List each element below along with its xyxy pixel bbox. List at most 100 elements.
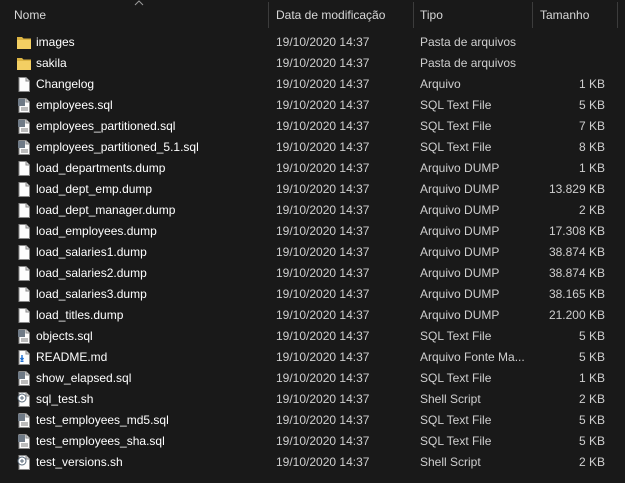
file-date-modified: 19/10/2020 14:37 (276, 350, 370, 364)
file-name: load_salaries2.dump (36, 266, 147, 280)
file-name: Changelog (36, 77, 95, 91)
file-row[interactable]: Changelog 19/10/2020 14:37 Arquivo 1 KB (0, 74, 625, 95)
file-type: SQL Text File (420, 119, 492, 133)
file-row[interactable]: sql_test.sh 19/10/2020 14:37 Shell Script 2… (0, 389, 625, 410)
file-row[interactable]: images 19/10/2020 14:37 Pasta de arquivos (0, 32, 625, 53)
column-divider[interactable] (413, 2, 414, 28)
file-date-modified: 19/10/2020 14:37 (276, 161, 370, 175)
file-icon (18, 77, 30, 92)
file-row[interactable]: employees.sql 19/10/2020 14:37 SQL Text Fi… (0, 95, 625, 116)
file-row[interactable]: load_salaries1.dump 19/10/2020 14:37 Arqui… (0, 242, 625, 263)
file-type: SQL Text File (420, 140, 492, 154)
file-name: sql_test.sh (36, 392, 94, 406)
file-row[interactable]: load_dept_manager.dump 19/10/2020 14:37 Ar… (0, 200, 625, 221)
file-size: 1 KB (578, 371, 605, 385)
file-date-modified: 19/10/2020 14:37 (276, 413, 370, 427)
file-date-modified: 19/10/2020 14:37 (276, 77, 370, 91)
shell-script-icon (17, 392, 30, 407)
column-date-header[interactable]: Data de modificação (276, 0, 385, 28)
file-date-modified: 19/10/2020 14:37 (276, 434, 370, 448)
file-date-modified: 19/10/2020 14:37 (276, 140, 370, 154)
sql-file-icon (18, 140, 30, 155)
file-icon (18, 287, 30, 302)
file-name: load_employees.dump (36, 224, 157, 238)
file-row[interactable]: load_employees.dump 19/10/2020 14:37 Arqui… (0, 221, 625, 242)
file-icon (18, 161, 30, 176)
file-size: 5 KB (578, 413, 605, 427)
file-row[interactable]: load_departments.dump 19/10/2020 14:37 Arq… (0, 158, 625, 179)
file-date-modified: 19/10/2020 14:37 (276, 371, 370, 385)
column-divider[interactable] (617, 2, 618, 28)
file-size: 1 KB (578, 161, 605, 175)
file-name: test_employees_sha.sql (36, 434, 165, 448)
file-icon (18, 245, 30, 260)
markdown-file-icon (18, 350, 30, 365)
file-row[interactable]: employees_partitioned.sql 19/10/2020 14:3… (0, 116, 625, 137)
file-type: Shell Script (420, 455, 481, 469)
file-date-modified: 19/10/2020 14:37 (276, 182, 370, 196)
sql-file-icon (18, 98, 30, 113)
file-date-modified: 19/10/2020 14:37 (276, 392, 370, 406)
file-date-modified: 19/10/2020 14:37 (276, 266, 370, 280)
file-name: load_salaries3.dump (36, 287, 147, 301)
file-name: employees_partitioned_5.1.sql (36, 140, 199, 154)
file-icon (18, 182, 30, 197)
file-date-modified: 19/10/2020 14:37 (276, 245, 370, 259)
file-name: test_versions.sh (36, 455, 123, 469)
file-name: README.md (36, 350, 108, 364)
sort-ascending-icon[interactable] (132, 0, 146, 8)
file-type: SQL Text File (420, 371, 492, 385)
file-type: Arquivo DUMP (420, 182, 500, 196)
column-size-header[interactable]: Tamanho (540, 0, 589, 28)
file-size: 7 KB (578, 119, 605, 133)
sql-file-icon (18, 119, 30, 134)
sql-file-icon (18, 371, 30, 386)
file-name: load_dept_emp.dump (36, 182, 153, 196)
file-size: 2 KB (578, 203, 605, 217)
file-row[interactable]: test_employees_md5.sql 19/10/2020 14:37 SQ… (0, 410, 625, 431)
column-divider[interactable] (532, 2, 533, 28)
file-size: 21.200 KB (548, 308, 605, 322)
file-row[interactable]: test_employees_sha.sql 19/10/2020 14:37 SQ… (0, 431, 625, 452)
file-date-modified: 19/10/2020 14:37 (276, 56, 370, 70)
file-size: 5 KB (578, 434, 605, 448)
file-type: Arquivo DUMP (420, 161, 500, 175)
file-row[interactable]: README.md 19/10/2020 14:37 Arquivo Fonte M… (0, 347, 625, 368)
file-size: 5 KB (578, 98, 605, 112)
file-size: 5 KB (578, 350, 605, 364)
column-divider[interactable] (268, 2, 269, 28)
file-date-modified: 19/10/2020 14:37 (276, 98, 370, 112)
file-name: show_elapsed.sql (36, 371, 132, 385)
file-name: load_dept_manager.dump (36, 203, 176, 217)
file-row[interactable]: load_titles.dump 19/10/2020 14:37 Arquivo … (0, 305, 625, 326)
file-row[interactable]: objects.sql 19/10/2020 14:37 SQL Text File… (0, 326, 625, 347)
file-size: 13.829 KB (548, 182, 605, 196)
column-name-header[interactable]: Nome (14, 0, 46, 28)
file-name: employees_partitioned.sql (36, 119, 176, 133)
file-size: 2 KB (578, 392, 605, 406)
sql-file-icon (18, 413, 30, 428)
file-date-modified: 19/10/2020 14:37 (276, 119, 370, 133)
file-date-modified: 19/10/2020 14:37 (276, 308, 370, 322)
file-icon (18, 224, 30, 239)
file-type: Shell Script (420, 392, 481, 406)
file-name: load_titles.dump (36, 308, 124, 322)
file-row[interactable]: show_elapsed.sql 19/10/2020 14:37 SQL Text… (0, 368, 625, 389)
file-explorer: Nome Data de modificação Tipo Tamanho im… (0, 0, 625, 483)
file-row[interactable]: test_versions.sh 19/10/2020 14:37 Shell Sc… (0, 452, 625, 473)
file-row[interactable]: load_salaries3.dump 19/10/2020 14:37 Arqui… (0, 284, 625, 305)
sql-file-icon (18, 329, 30, 344)
file-row[interactable]: load_salaries2.dump 19/10/2020 14:37 Arqui… (0, 263, 625, 284)
file-row[interactable]: sakila 19/10/2020 14:37 Pasta de arquivos (0, 53, 625, 74)
file-type: Arquivo DUMP (420, 224, 500, 238)
file-size: 1 KB (578, 77, 605, 91)
file-row[interactable]: employees_partitioned_5.1.sql 19/10/2020 … (0, 137, 625, 158)
file-size: 8 KB (578, 140, 605, 154)
file-type: Arquivo DUMP (420, 287, 500, 301)
file-date-modified: 19/10/2020 14:37 (276, 35, 370, 49)
file-size: 17.308 KB (548, 224, 605, 238)
file-row[interactable]: load_dept_emp.dump 19/10/2020 14:37 Arquiv… (0, 179, 625, 200)
column-type-header[interactable]: Tipo (420, 0, 443, 28)
file-type: Arquivo DUMP (420, 203, 500, 217)
folder-icon (17, 37, 31, 49)
